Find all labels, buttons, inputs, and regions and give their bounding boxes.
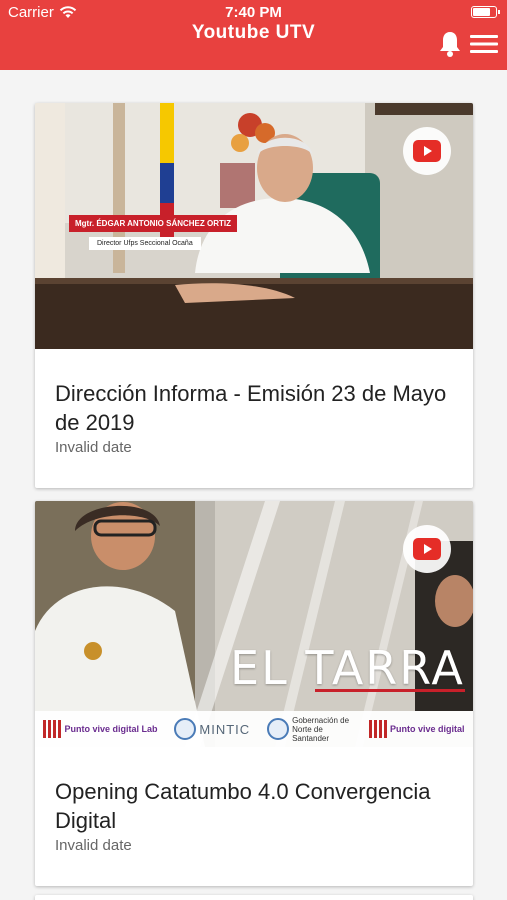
video-thumbnail[interactable]: Mgtr. ÉDGAR ANTONIO SÁNCHEZ ORTIZ Direct…: [35, 103, 473, 349]
qr-icon: [369, 720, 388, 738]
overlay-role: Director Ufps Seccional Ocaña: [89, 237, 201, 250]
name-lower-third: Mgtr. ÉDGAR ANTONIO SÁNCHEZ ORTIZ Direct…: [69, 215, 237, 250]
video-title[interactable]: Dirección Informa - Emisión 23 de Mayo d…: [55, 379, 453, 437]
seal-icon: [174, 718, 197, 740]
logo-gobernacion: Gobernación de Norte de Santander: [267, 716, 352, 743]
video-card-partial[interactable]: [35, 895, 473, 900]
title-underline: [315, 689, 465, 692]
logo-label: Punto vive digital Lab: [64, 724, 158, 734]
video-card[interactable]: EL TARRA Punto vive digital Lab MINTIC G…: [35, 501, 473, 886]
bell-icon[interactable]: [438, 30, 462, 58]
youtube-icon: [413, 538, 441, 560]
logo-label: Punto vive digital: [390, 724, 465, 734]
video-date: Invalid date: [55, 837, 132, 854]
sponsor-logo-strip: Punto vive digital Lab MINTIC Gobernació…: [35, 711, 473, 747]
logo-mintic: MINTIC: [174, 718, 250, 740]
card-body: Dirección Informa - Emisión 23 de Mayo d…: [35, 349, 473, 488]
video-card[interactable]: Mgtr. ÉDGAR ANTONIO SÁNCHEZ ORTIZ Direct…: [35, 103, 473, 488]
battery-icon: [471, 6, 500, 18]
video-date: Invalid date: [55, 439, 132, 456]
youtube-icon: [413, 140, 441, 162]
youtube-play-button[interactable]: [403, 127, 451, 175]
overlay-title: EL TARRA: [230, 641, 465, 695]
logo-label: Gobernación de Norte de Santander: [292, 715, 350, 743]
status-time: 7:40 PM: [225, 4, 282, 21]
battery-level: [473, 8, 490, 16]
youtube-play-button[interactable]: [403, 525, 451, 573]
card-body: Opening Catatumbo 4.0 Convergencia Digit…: [35, 747, 473, 886]
video-thumbnail[interactable]: EL TARRA Punto vive digital Lab MINTIC G…: [35, 501, 473, 747]
video-title[interactable]: Opening Catatumbo 4.0 Convergencia Digit…: [55, 777, 453, 835]
app-bar: Carrier 7:40 PM Youtube UTV: [0, 0, 507, 70]
logo-label: MINTIC: [199, 721, 251, 737]
qr-icon: [43, 720, 62, 738]
logo-vive-digital-lab: Punto vive digital Lab: [43, 720, 157, 738]
menu-icon[interactable]: [470, 34, 498, 54]
seal-icon: [267, 718, 290, 740]
app-title: Youtube UTV: [191, 22, 316, 43]
logo-vive-digital: Punto vive digital: [369, 720, 465, 738]
overlay-name: Mgtr. ÉDGAR ANTONIO SÁNCHEZ ORTIZ: [69, 215, 237, 232]
